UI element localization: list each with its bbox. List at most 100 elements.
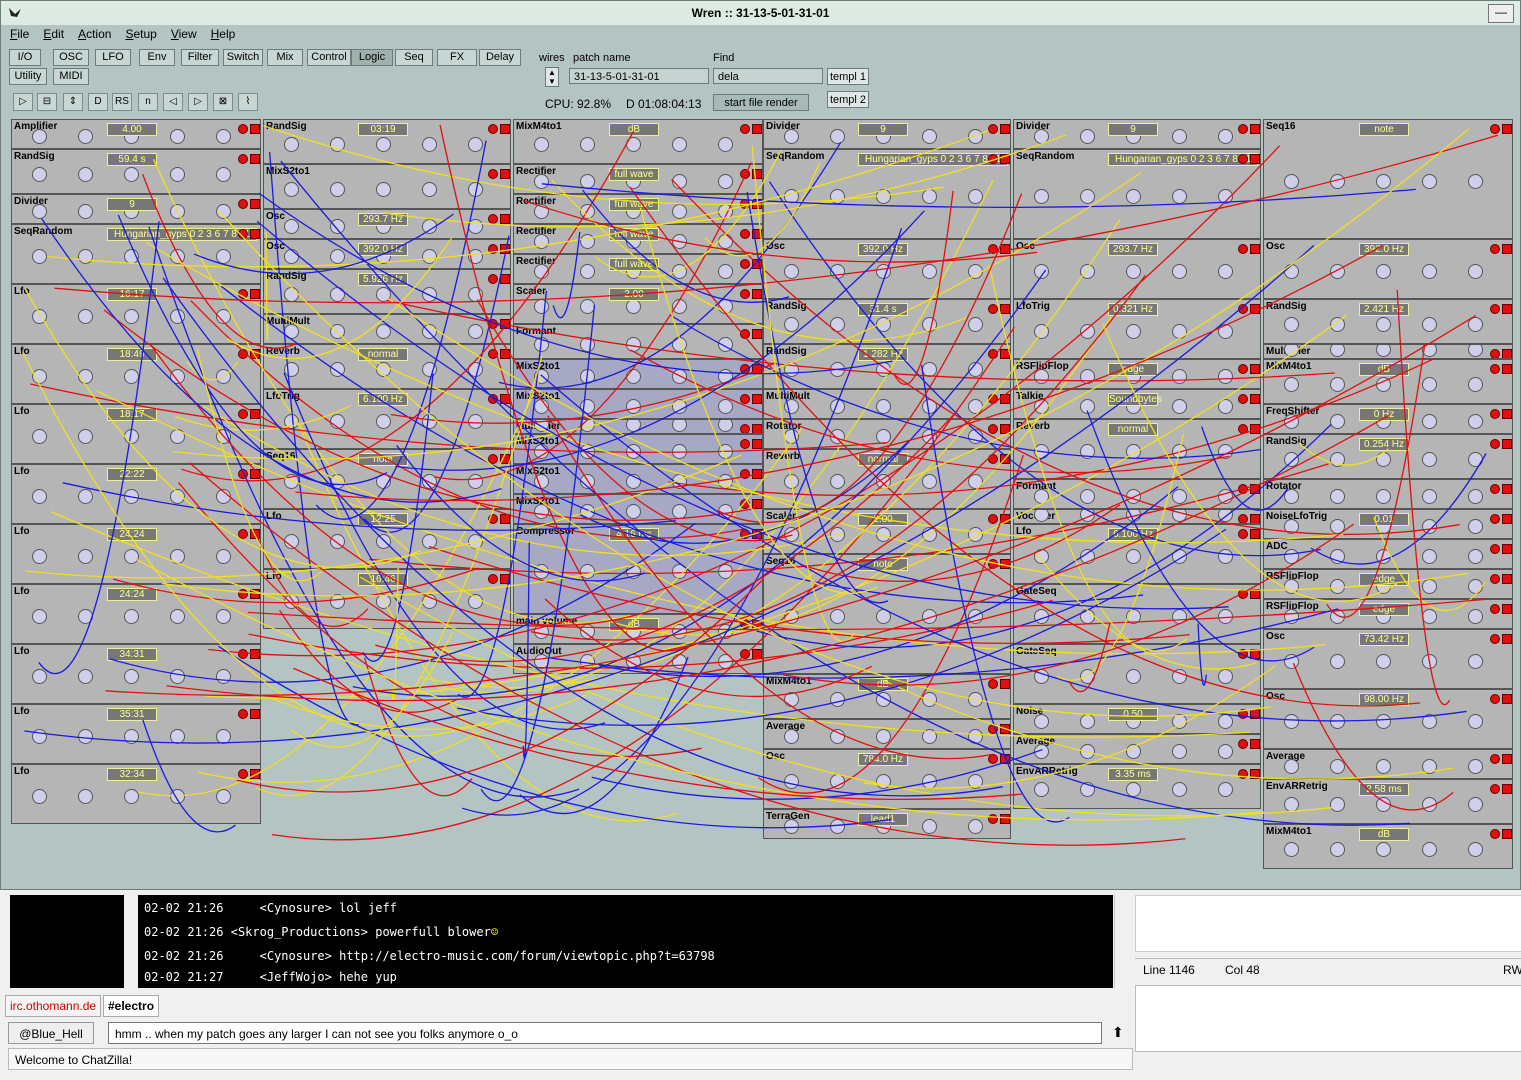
value-display[interactable]: 31.4 s <box>858 303 908 316</box>
module-rsflipflop[interactable]: RSFlipFlop edge <box>1263 569 1513 599</box>
knob-icon[interactable] <box>830 189 845 204</box>
output-jack[interactable] <box>500 244 510 254</box>
knob-icon[interactable] <box>718 399 733 414</box>
knob-icon[interactable] <box>1080 324 1095 339</box>
input-jack[interactable] <box>488 349 498 359</box>
knob-icon[interactable] <box>1126 549 1141 564</box>
knob-icon[interactable] <box>216 789 231 804</box>
output-jack[interactable] <box>500 394 510 404</box>
knob-icon[interactable] <box>1284 841 1299 857</box>
knob-icon[interactable] <box>626 399 641 414</box>
module-rectifier[interactable]: Rectifier full wave <box>513 254 763 284</box>
output-jack[interactable] <box>1250 514 1260 523</box>
module-icon[interactable]: ⊟ <box>37 93 57 111</box>
input-jack[interactable] <box>1490 694 1500 704</box>
knob-icon[interactable] <box>534 264 549 279</box>
input-jack[interactable] <box>238 409 248 419</box>
module-multimult[interactable]: MultiMult <box>263 314 511 344</box>
knob-icon[interactable] <box>784 399 799 414</box>
input-jack[interactable] <box>238 349 248 359</box>
module-formant[interactable]: Formant <box>1013 479 1261 509</box>
knob-icon[interactable] <box>672 264 687 279</box>
module-mixs2to1[interactable]: MixS2to1 <box>513 464 763 494</box>
knob-icon[interactable] <box>376 414 391 429</box>
value-display[interactable]: 22:22 <box>107 468 157 481</box>
module-seqrandom[interactable]: SeqRandom Hungarian_gyps 0 2 3 6 7 8 11 <box>763 149 1011 239</box>
input-jack[interactable] <box>488 454 498 464</box>
tab-delay[interactable]: Delay <box>479 49 521 66</box>
knob-icon[interactable] <box>1080 129 1095 144</box>
tab-logic[interactable]: Logic <box>351 49 393 66</box>
output-jack[interactable] <box>752 364 762 374</box>
knob-icon[interactable] <box>468 361 483 377</box>
knob-icon[interactable] <box>1218 369 1233 384</box>
knob-icon[interactable] <box>922 316 937 332</box>
knob-icon[interactable] <box>1126 510 1141 522</box>
knob-icon[interactable] <box>330 219 345 234</box>
value-display[interactable]: 18:17 <box>107 408 157 421</box>
output-jack[interactable] <box>1000 394 1010 404</box>
knob-icon[interactable] <box>1330 654 1345 669</box>
output-jack[interactable] <box>1000 424 1010 434</box>
templ1-button[interactable]: templ 1 <box>827 68 869 85</box>
knob-icon[interactable] <box>534 369 549 384</box>
output-jack[interactable] <box>1502 349 1512 358</box>
knob-icon[interactable] <box>1376 796 1391 812</box>
output-jack[interactable] <box>250 124 260 134</box>
module-lfo[interactable]: Lfo 16:46 <box>263 569 511 629</box>
knob-icon[interactable] <box>376 136 391 152</box>
knob-icon[interactable] <box>78 129 93 144</box>
knob-icon[interactable] <box>534 336 549 352</box>
value-display[interactable]: 784.0 Hz <box>858 753 908 766</box>
output-jack[interactable] <box>752 499 762 509</box>
knob-icon[interactable] <box>1034 669 1049 684</box>
input-jack[interactable] <box>740 169 750 179</box>
knob-icon[interactable] <box>124 549 139 564</box>
output-jack[interactable] <box>752 619 762 629</box>
module-multiplier[interactable]: Multiplier <box>513 419 763 434</box>
input-jack[interactable] <box>1490 409 1500 419</box>
input-jack[interactable] <box>1238 394 1248 404</box>
tab-switch[interactable]: Switch <box>223 49 263 66</box>
knob-icon[interactable] <box>284 534 299 549</box>
output-jack[interactable] <box>250 469 260 479</box>
module-lfo[interactable]: Lfo 24:24 <box>11 524 261 584</box>
module-lfotrig[interactable]: LfoTrig 6.100 Hz <box>263 389 511 449</box>
input-jack[interactable] <box>988 724 998 734</box>
knob-icon[interactable] <box>1330 714 1345 729</box>
knob-icon[interactable] <box>1376 654 1391 669</box>
tab-utility[interactable]: Utility <box>9 68 47 85</box>
input-jack[interactable] <box>740 329 750 339</box>
menu-action[interactable]: Action <box>73 25 116 43</box>
module-randsig[interactable]: RandSig 0.254 Hz <box>1263 434 1513 479</box>
knob-icon[interactable] <box>1034 264 1049 279</box>
knob-icon[interactable] <box>1218 129 1233 144</box>
output-jack[interactable] <box>1502 604 1512 614</box>
knob-icon[interactable] <box>876 691 891 707</box>
output-jack[interactable] <box>752 439 762 449</box>
module-osc[interactable]: Osc 293.7 Hz <box>263 209 511 239</box>
value-display[interactable]: 24:24 <box>107 588 157 601</box>
module-talkie[interactable]: Talkie Soundbytes <box>1013 389 1261 419</box>
knob-icon[interactable] <box>626 654 641 669</box>
n-icon[interactable]: n <box>138 93 158 111</box>
output-jack[interactable] <box>250 649 260 659</box>
menu-help[interactable]: Help <box>206 25 241 43</box>
module-envarretrig[interactable]: EnvARRetrig 3.35 ms <box>1013 764 1261 809</box>
output-jack[interactable] <box>752 649 762 659</box>
knob-icon[interactable] <box>422 594 437 609</box>
knob-icon[interactable] <box>876 429 891 444</box>
output-jack[interactable] <box>752 259 762 269</box>
knob-icon[interactable] <box>170 369 185 384</box>
knob-icon[interactable] <box>830 729 845 744</box>
knob-icon[interactable] <box>78 166 93 182</box>
input-jack[interactable] <box>988 154 998 164</box>
input-jack[interactable] <box>1490 349 1500 358</box>
knob-icon[interactable] <box>1080 549 1095 564</box>
knob-icon[interactable] <box>830 429 845 444</box>
knob-icon[interactable] <box>922 264 937 279</box>
knob-icon[interactable] <box>968 429 983 444</box>
knob-icon[interactable] <box>124 369 139 384</box>
knob-icon[interactable] <box>1284 654 1299 669</box>
input-jack[interactable] <box>1238 709 1248 719</box>
